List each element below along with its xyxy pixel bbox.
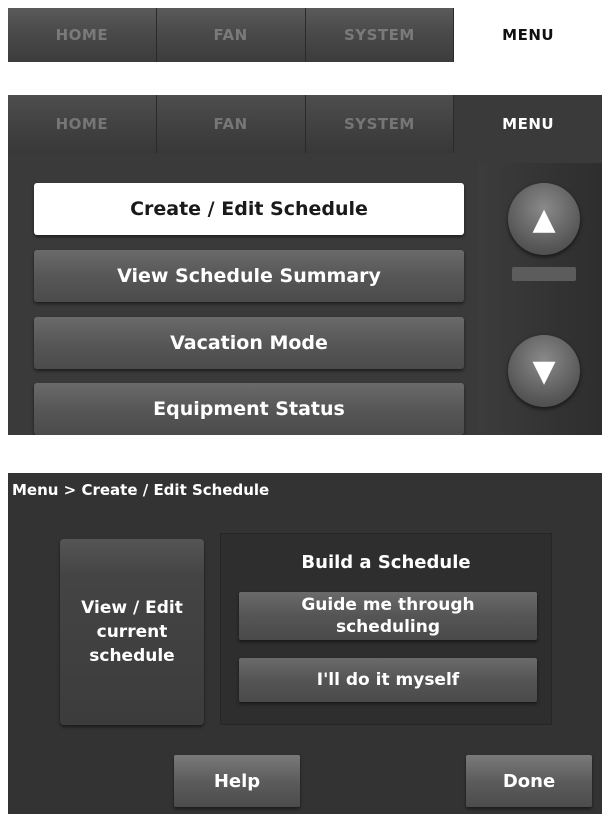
scroll-thumb[interactable] (512, 267, 576, 281)
tab-fan[interactable]: FAN (156, 95, 306, 153)
guide-me-button[interactable]: Guide me through scheduling (239, 592, 537, 640)
down-arrow-icon: ▼ (532, 353, 556, 389)
tab-home[interactable]: HOME (8, 95, 157, 153)
scroll-up-button[interactable]: ▲ (508, 183, 580, 255)
tab-menu[interactable]: MENU (454, 95, 602, 153)
do-it-myself-button[interactable]: I'll do it myself (239, 658, 537, 702)
view-edit-current-schedule-button[interactable]: View / Edit current schedule (60, 539, 204, 725)
done-button[interactable]: Done (466, 755, 592, 807)
create-edit-schedule-button[interactable]: Create / Edit Schedule (34, 183, 464, 235)
tab-home[interactable]: HOME (8, 8, 157, 62)
vacation-mode-button[interactable]: Vacation Mode (34, 317, 464, 369)
tab-fan[interactable]: FAN (156, 8, 306, 62)
schedule-screen: Menu > Create / Edit Schedule View / Edi… (8, 473, 602, 814)
tab-system[interactable]: SYSTEM (305, 95, 455, 153)
help-button[interactable]: Help (174, 755, 300, 807)
menu-screen-tab-bar: HOME FAN SYSTEM MENU (8, 95, 602, 153)
up-arrow-icon: ▲ (532, 201, 556, 237)
scroll-down-button[interactable]: ▼ (508, 335, 580, 407)
view-schedule-summary-button[interactable]: View Schedule Summary (34, 250, 464, 302)
build-schedule-title: Build a Schedule (301, 552, 471, 573)
tab-system[interactable]: SYSTEM (305, 8, 455, 62)
build-schedule-group: Build a Schedule Guide me through schedu… (220, 533, 552, 725)
menu-screen: HOME FAN SYSTEM MENU Create / Edit Sched… (8, 95, 602, 435)
breadcrumb: Menu > Create / Edit Schedule (12, 481, 270, 499)
equipment-status-button[interactable]: Equipment Status (34, 383, 464, 435)
top-tab-bar: HOME FAN SYSTEM MENU (8, 8, 602, 62)
tab-menu[interactable]: MENU (454, 8, 602, 62)
